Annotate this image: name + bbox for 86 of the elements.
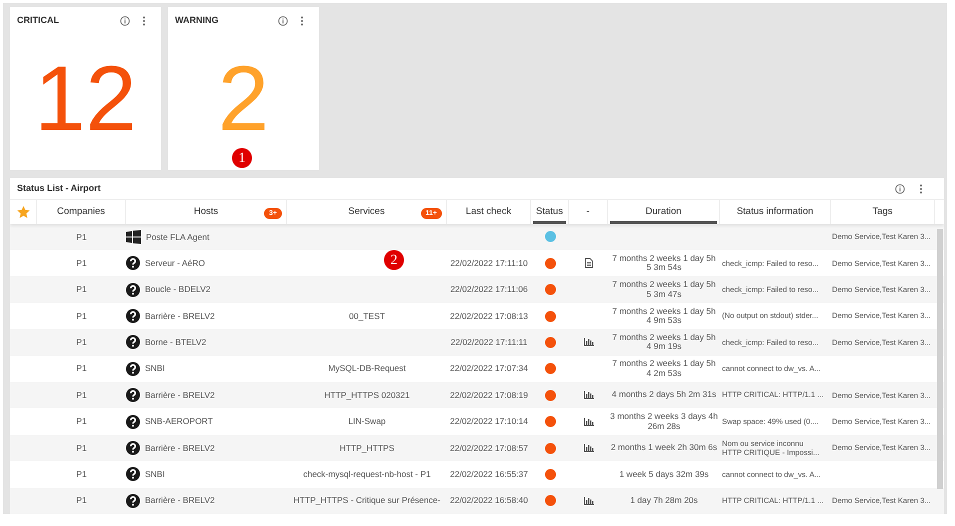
duration-cell-text: 7 months 2 weeks 1 day 5h 5 3m 54s [611, 254, 717, 273]
card-title: WARNING [175, 14, 220, 27]
more-menu-icon[interactable] [300, 16, 304, 26]
question-mark-icon [126, 282, 140, 297]
host-cell[interactable]: SNBI [145, 468, 165, 481]
host-cell[interactable]: Barrière - BRELV2 [145, 442, 215, 454]
bar-chart-icon[interactable] [584, 338, 594, 346]
column-header[interactable]: Status information [736, 200, 814, 224]
last-check-cell: 22/02/2022 17:10:14 [450, 415, 528, 428]
last-check-cell: 22/02/2022 17:11:06 [450, 283, 528, 296]
company-cell: P1 [76, 230, 87, 244]
service-cell[interactable]: MySQL-DB-Request [328, 362, 406, 376]
service-cell[interactable]: HTTP_HTTPS 020321 [324, 388, 410, 402]
last-check-cell: 22/02/2022 17:08:19 [450, 388, 528, 402]
company-cell: P1 [76, 310, 87, 322]
duration-cell: 3 months 2 weeks 3 days 4h 26m 28s [610, 412, 718, 432]
scrollbar[interactable] [937, 229, 943, 489]
question-mark-icon [126, 414, 140, 429]
question-mark-icon [126, 388, 140, 402]
question-mark-icon [126, 256, 140, 270]
service-cell[interactable]: check-mysql-request-nb-host - P1 [303, 468, 431, 481]
column-header[interactable]: - [586, 200, 590, 224]
host-cell[interactable]: Barrière - BRELV2 [145, 388, 215, 402]
duration-cell: 2 months 1 week 2h 30m 6s [610, 443, 718, 453]
service-cell[interactable]: LIN-Swap [348, 415, 386, 428]
column-header[interactable]: Companies [56, 200, 106, 224]
question-mark-icon [126, 467, 140, 482]
question-mark-icon [126, 335, 140, 350]
last-check-cell: 22/02/2022 17:08:57 [450, 442, 528, 454]
column-header[interactable]: Tags [872, 200, 893, 224]
counter-value: 12 [34, 52, 137, 145]
host-cell[interactable]: Borne - BTELV2 [145, 336, 206, 349]
host-cell[interactable]: Poste FLA Agent [146, 230, 210, 244]
duration-cell-text: 7 months 2 weeks 1 day 5h 4 9m 53s [611, 306, 717, 326]
host-cell[interactable]: SNB-AEROPORT [145, 415, 213, 428]
company-cell: P1 [76, 442, 87, 454]
duration-cell: 1 week 5 days 32m 39s [619, 470, 709, 480]
counter-value: 2 [218, 52, 270, 145]
duration-cell-text: 7 months 2 weeks 1 day 5h 4 9m 19s [611, 332, 717, 352]
question-mark-icon [126, 362, 140, 376]
service-cell[interactable]: HTTP_HTTPS [340, 442, 394, 454]
duration-cell-text: 7 months 2 weeks 1 day 5h 4 2m 53s [611, 359, 717, 378]
question-mark-icon [126, 309, 140, 324]
column-header[interactable]: Services [348, 200, 385, 224]
company-cell: P1 [76, 256, 87, 270]
company-cell: P1 [76, 494, 87, 508]
bar-chart-icon[interactable] [584, 418, 594, 426]
panel-title: Status List - Airport [17, 182, 102, 195]
info-icon[interactable] [278, 16, 288, 26]
company-cell: P1 [76, 388, 87, 402]
host-cell[interactable]: Barrière - BRELV2 [145, 310, 215, 322]
column-header[interactable]: Hosts [194, 200, 218, 224]
bar-chart-icon[interactable] [584, 496, 594, 505]
last-check-cell: 22/02/2022 17:11:11 [450, 336, 528, 349]
host-cell[interactable]: Barrière - BRELV2 [145, 494, 215, 508]
host-cell[interactable]: Serveur - AéRO [145, 256, 205, 270]
company-cell: P1 [76, 362, 87, 376]
info-icon[interactable] [895, 184, 905, 194]
more-menu-icon[interactable] [142, 16, 146, 26]
last-check-cell: 22/02/2022 17:11:10 [450, 256, 528, 270]
last-check-cell: 22/02/2022 17:08:13 [450, 310, 528, 322]
more-menu-icon[interactable] [919, 184, 923, 194]
star-icon[interactable] [16, 206, 30, 218]
info-icon[interactable] [120, 16, 130, 26]
question-mark-icon [126, 494, 140, 508]
duration-cell-text: 7 months 2 weeks 1 day 5h 5 3m 47s [611, 280, 717, 300]
document-icon[interactable] [584, 258, 592, 268]
company-cell: P1 [76, 336, 87, 349]
host-cell[interactable]: SNBI [145, 362, 165, 376]
company-cell: P1 [76, 283, 87, 296]
bar-chart-icon[interactable] [584, 444, 594, 452]
service-cell[interactable]: HTTP_HTTPS - Critique sur Présence- [294, 494, 440, 508]
company-cell: P1 [76, 468, 87, 481]
bar-chart-icon[interactable] [584, 391, 594, 400]
column-header[interactable]: Last check [466, 200, 512, 224]
company-cell: P1 [76, 415, 87, 428]
last-check-cell: 22/02/2022 16:58:40 [450, 494, 528, 508]
duration-cell: 4 months 2 days 5h 2m 31s [612, 390, 716, 400]
last-check-cell: 22/02/2022 16:55:37 [450, 468, 528, 481]
windows-logo-icon [126, 230, 141, 244]
service-cell[interactable]: 00_TEST [349, 310, 385, 322]
last-check-cell: 22/02/2022 17:07:34 [450, 362, 528, 376]
question-mark-icon [126, 441, 140, 456]
card-title: CRITICAL [17, 14, 60, 27]
host-cell[interactable]: Boucle - BDELV2 [145, 283, 211, 296]
duration-cell: 1 day 7h 28m 20s [630, 496, 698, 506]
